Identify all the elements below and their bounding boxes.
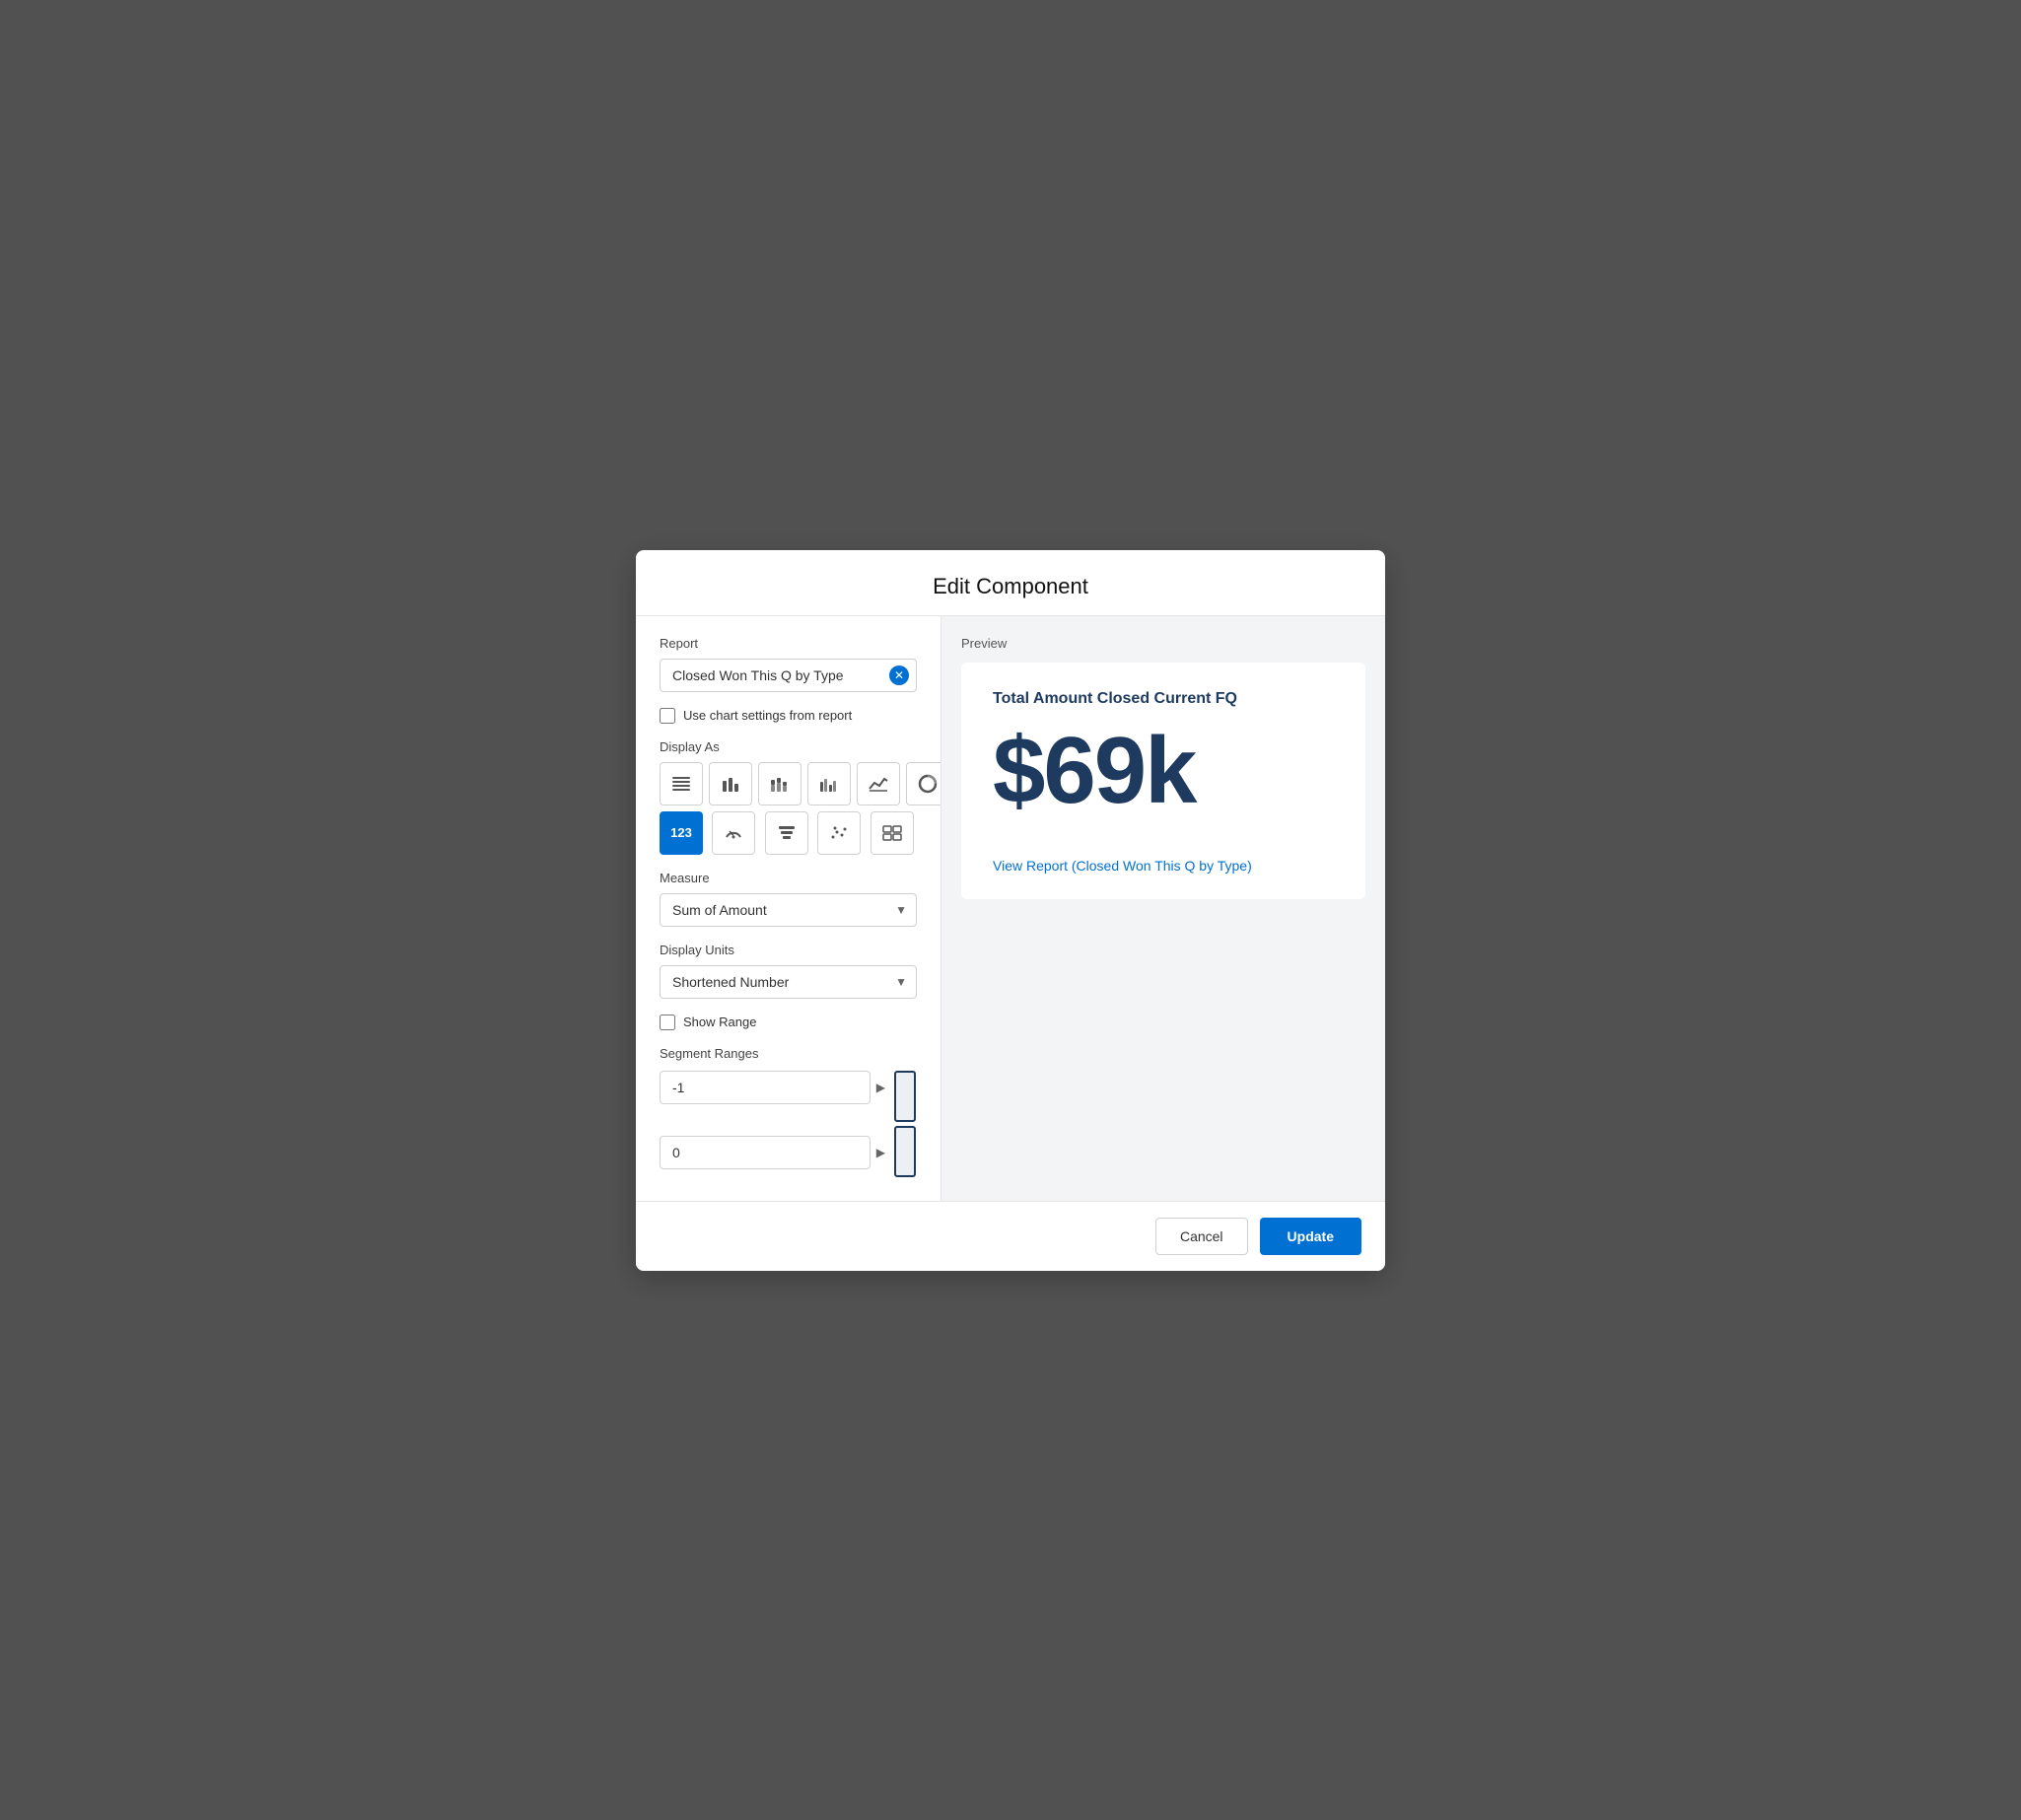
show-range-checkbox[interactable]: [660, 1015, 675, 1030]
modal-header: Edit Component: [636, 550, 1385, 616]
segment-input-row-1: ▶: [660, 1071, 885, 1104]
chart-type-table[interactable]: [660, 762, 703, 805]
chart-type-stacked-bar[interactable]: [758, 762, 801, 805]
gauge-icon: [723, 822, 744, 844]
data-table-icon: [881, 822, 903, 844]
use-chart-settings-label[interactable]: Use chart settings from report: [683, 708, 852, 723]
update-button[interactable]: Update: [1260, 1218, 1361, 1255]
report-label: Report: [660, 636, 917, 651]
slider-segment-bottom[interactable]: [894, 1126, 916, 1177]
segment-input-row-2: ▶: [660, 1136, 885, 1169]
line-chart-icon: [868, 773, 889, 795]
chart-type-bar[interactable]: [709, 762, 752, 805]
display-as-label: Display As: [660, 739, 917, 754]
bar-chart-icon: [720, 773, 741, 795]
segment-arrow-1[interactable]: ▶: [876, 1081, 885, 1094]
segment-arrow-2[interactable]: ▶: [876, 1146, 885, 1159]
report-input[interactable]: [660, 659, 917, 692]
segment-slider-track: [893, 1071, 917, 1181]
display-units-select-wrap: Shortened Number Full Number Thousands M…: [660, 965, 917, 999]
display-units-select[interactable]: Shortened Number Full Number Thousands M…: [660, 965, 917, 999]
show-range-label[interactable]: Show Range: [683, 1015, 756, 1029]
segment-ranges-container: ▶ ▶: [660, 1071, 917, 1181]
right-panel: Preview Total Amount Closed Current FQ $…: [941, 616, 1385, 1201]
measure-select-wrap: Sum of Amount Count Average of Amount ▼: [660, 893, 917, 927]
chart-type-gauge[interactable]: [712, 811, 755, 855]
chart-type-line[interactable]: [857, 762, 900, 805]
chart-type-funnel[interactable]: [765, 811, 808, 855]
chart-type-grouped-bar[interactable]: [807, 762, 851, 805]
grouped-bar-icon: [818, 773, 840, 795]
preview-card: Total Amount Closed Current FQ $69k View…: [961, 663, 1365, 899]
measure-label: Measure: [660, 871, 917, 885]
scatter-icon: [828, 822, 850, 844]
use-chart-settings-row: Use chart settings from report: [660, 708, 917, 724]
display-as-row1: [660, 762, 917, 805]
report-clear-button[interactable]: ✕: [889, 665, 909, 685]
measure-select[interactable]: Sum of Amount Count Average of Amount: [660, 893, 917, 927]
table-icon: [670, 773, 692, 795]
left-panel: Report ✕ Use chart settings from report …: [636, 616, 941, 1201]
close-icon: ✕: [894, 668, 904, 682]
segment-ranges-label: Segment Ranges: [660, 1046, 917, 1061]
report-input-wrap: ✕: [660, 659, 917, 692]
show-range-row: Show Range: [660, 1015, 917, 1030]
chart-type-metric[interactable]: 123: [660, 811, 703, 855]
view-report-link[interactable]: View Report (Closed Won This Q by Type): [993, 858, 1252, 874]
modal-title: Edit Component: [667, 574, 1354, 599]
cancel-button[interactable]: Cancel: [1155, 1218, 1248, 1255]
display-units-label: Display Units: [660, 943, 917, 957]
display-as-row2: 123: [660, 811, 917, 855]
segment-inputs: ▶ ▶: [660, 1071, 885, 1181]
metric-label: 123: [670, 825, 692, 840]
preview-label: Preview: [961, 636, 1365, 651]
chart-type-donut[interactable]: [906, 762, 941, 805]
modal-overlay: Edit Component Report ✕ Use chart settin…: [0, 0, 2021, 1820]
slider-segment-top[interactable]: [894, 1071, 916, 1122]
funnel-icon: [776, 822, 798, 844]
segment-input-1[interactable]: [660, 1071, 871, 1104]
chart-type-data-table[interactable]: [871, 811, 914, 855]
segment-input-2[interactable]: [660, 1136, 871, 1169]
use-chart-settings-checkbox[interactable]: [660, 708, 675, 724]
preview-card-title: Total Amount Closed Current FQ: [993, 690, 1334, 708]
donut-icon: [917, 773, 939, 795]
edit-component-modal: Edit Component Report ✕ Use chart settin…: [636, 550, 1385, 1271]
modal-footer: Cancel Update: [636, 1201, 1385, 1271]
modal-body: Report ✕ Use chart settings from report …: [636, 616, 1385, 1201]
chart-type-scatter[interactable]: [817, 811, 861, 855]
preview-card-value: $69k: [993, 724, 1334, 818]
stacked-bar-icon: [769, 773, 791, 795]
